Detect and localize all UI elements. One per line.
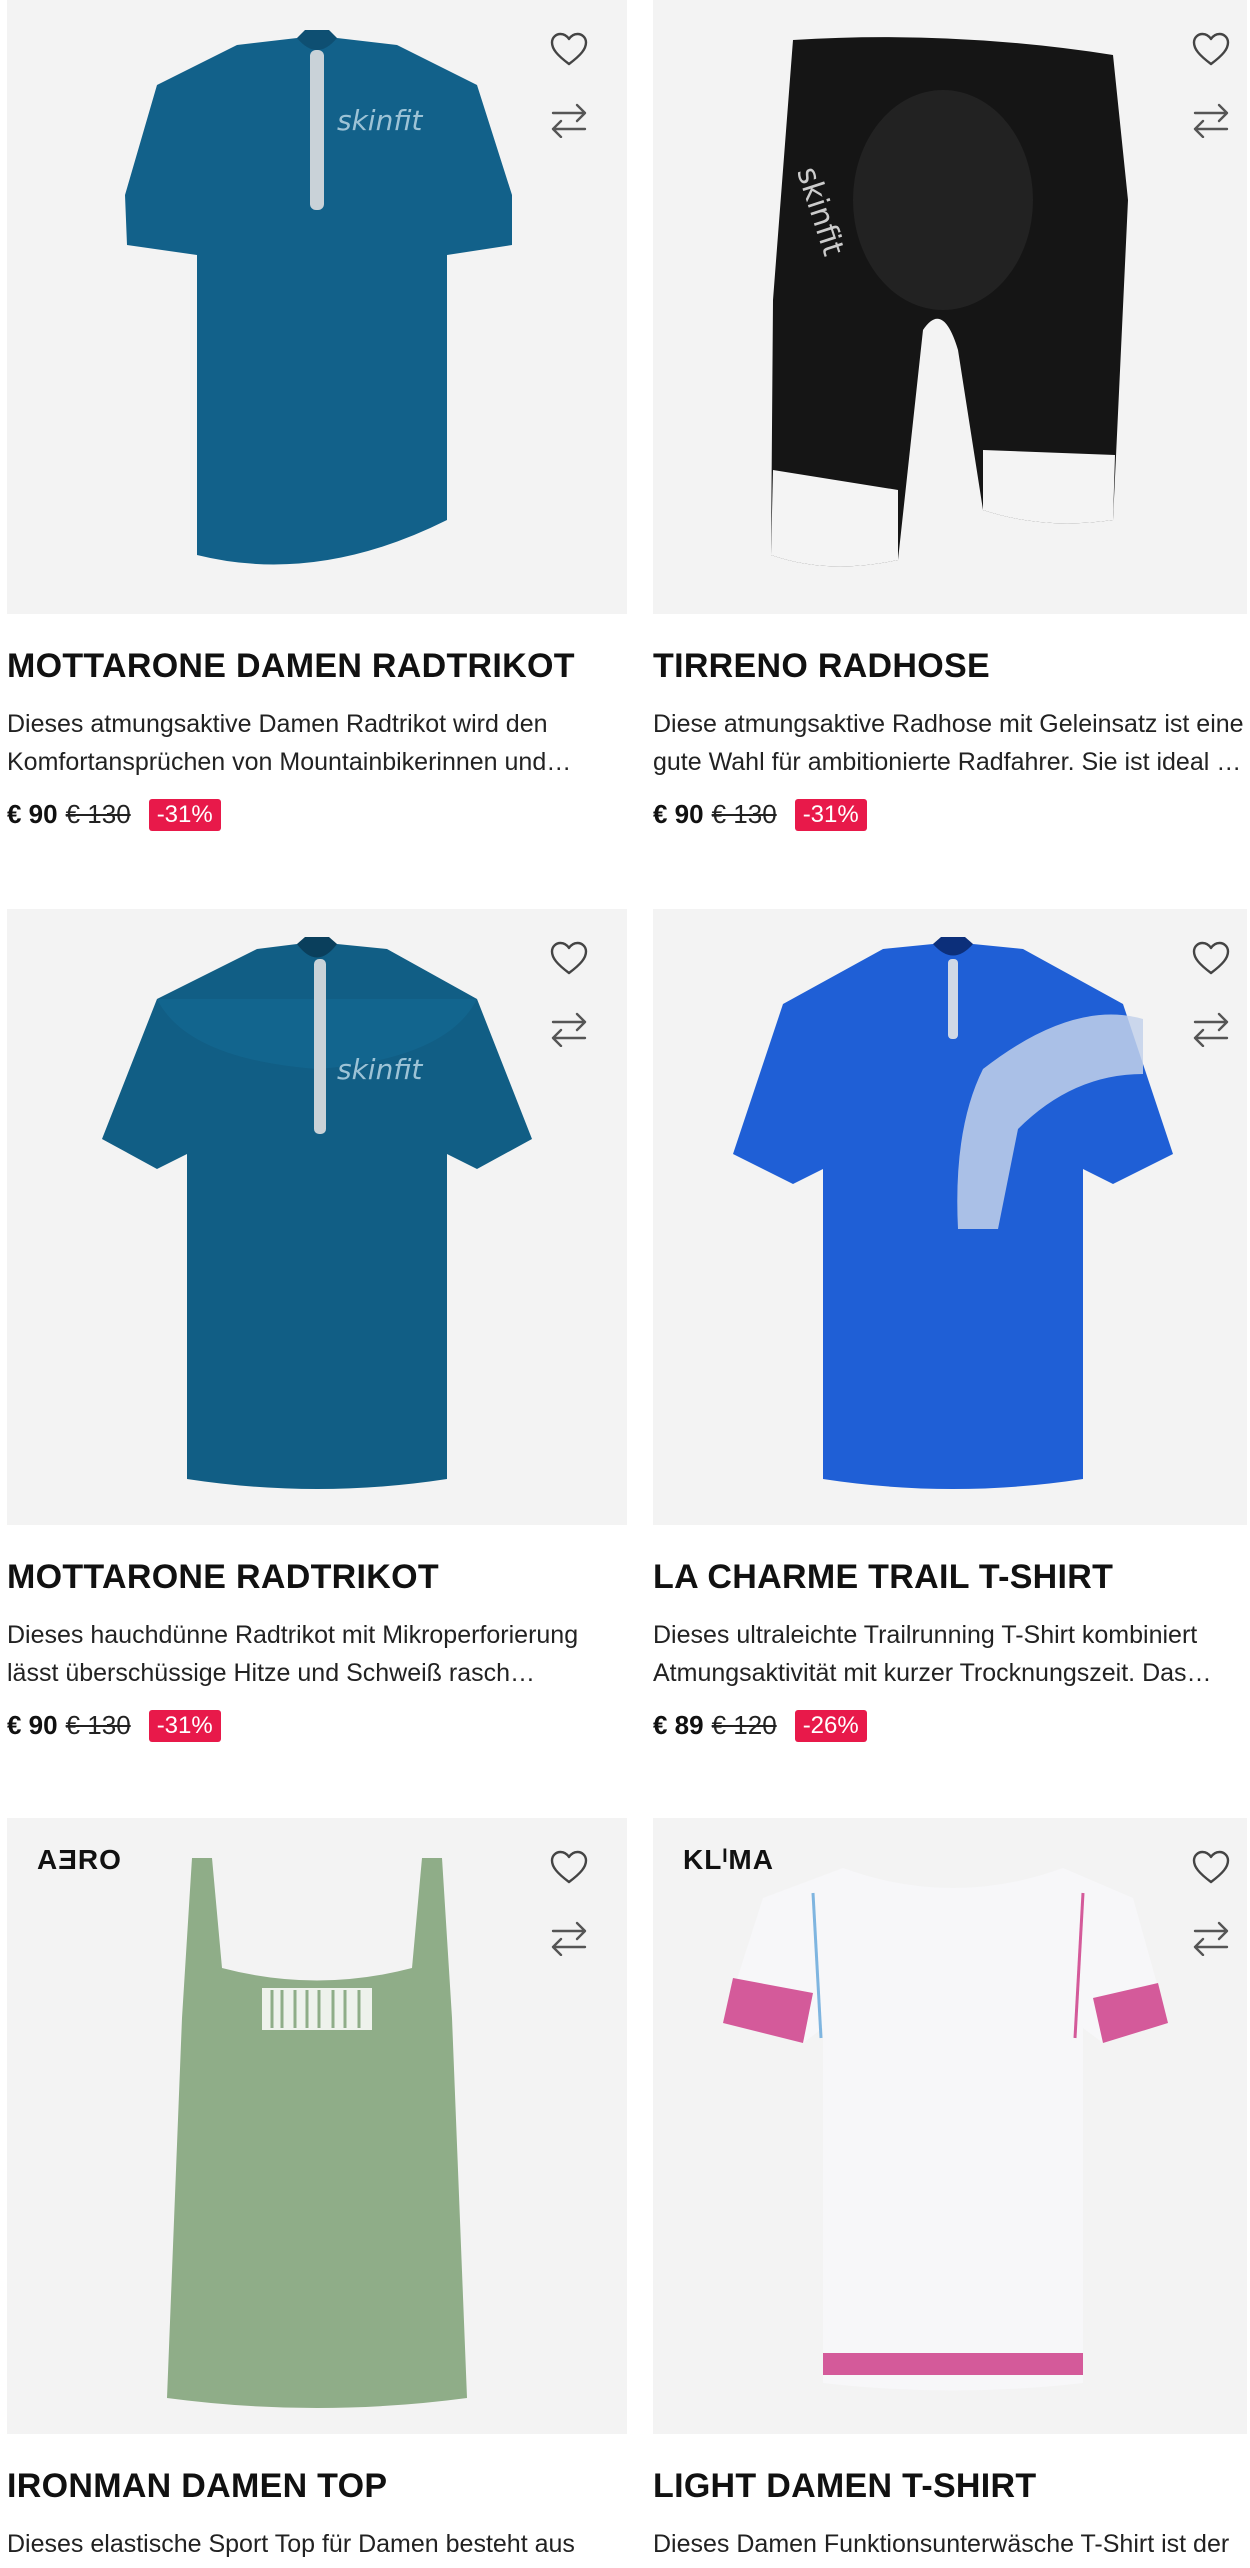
heart-icon[interactable] xyxy=(549,1848,589,1888)
product-card[interactable]: LA CHARME TRAIL T-SHIRT Dieses ultraleic… xyxy=(653,909,1247,1742)
product-card[interactable]: skinfit TIRRENO RADHOSE Diese atmungsakt… xyxy=(653,0,1247,831)
compare-arrows-icon[interactable] xyxy=(1191,1920,1231,1956)
tshirt-white-image xyxy=(723,1868,1168,2391)
price-row: € 90 € 130 -31% xyxy=(7,798,627,831)
jersey-teal-image: skinfit xyxy=(125,30,512,565)
compare-arrows-icon[interactable] xyxy=(1191,1011,1231,1047)
heart-icon[interactable] xyxy=(1191,1848,1231,1888)
sale-price: € 90 xyxy=(7,799,58,830)
discount-badge: -31% xyxy=(148,798,221,831)
product-title[interactable]: LA CHARME TRAIL T-SHIRT xyxy=(653,1557,1247,1598)
jersey-teal-mesh-image: skinfit xyxy=(102,937,532,1489)
product-title[interactable]: IRONMAN DAMEN TOP xyxy=(7,2466,627,2507)
compare-arrows-icon[interactable] xyxy=(549,102,589,138)
original-price: € 130 xyxy=(711,799,777,830)
product-title[interactable]: MOTTARONE RADTRIKOT xyxy=(7,1557,627,1598)
discount-badge: -26% xyxy=(794,1709,867,1742)
product-card[interactable]: skinfit MOTTARONE RADTRIKOT Dieses hauch… xyxy=(7,909,627,1742)
heart-icon[interactable] xyxy=(549,939,589,979)
price-row: € 90 € 130 -31% xyxy=(653,798,1247,831)
brand-tag: AƎRO xyxy=(37,1844,122,1875)
product-image[interactable]: AƎRO xyxy=(7,1818,627,2434)
product-title[interactable]: TIRRENO RADHOSE xyxy=(653,646,1247,687)
discount-badge: -31% xyxy=(794,798,867,831)
product-description: Diese atmungsaktive Radhose mit Geleinsa… xyxy=(653,709,1247,776)
svg-text:skinfit: skinfit xyxy=(337,1053,423,1086)
product-card[interactable]: AƎRO IRONMAN DAMEN TOP Dieses elastische… xyxy=(7,1818,627,2568)
shirt-blue-image xyxy=(733,937,1173,1489)
heart-icon[interactable] xyxy=(549,30,589,70)
product-title[interactable]: LIGHT DAMEN T-SHIRT xyxy=(653,2466,1247,2507)
compare-arrows-icon[interactable] xyxy=(549,1920,589,1956)
sale-price: € 89 xyxy=(653,1710,704,1741)
price-row: € 89 € 120 -26% xyxy=(653,1709,1247,1742)
product-description: Dieses ultraleichte Trailrunning T-Shirt… xyxy=(653,1620,1212,1687)
cycling-shorts-image: skinfit xyxy=(771,37,1128,567)
price-row: € 90 € 130 -31% xyxy=(7,1709,627,1742)
svg-text:skinfit: skinfit xyxy=(337,104,423,137)
product-description: Dieses atmungsaktive Damen Radtrikot wir… xyxy=(7,709,572,776)
product-description: Dieses Damen Funktionsunterwäsche T-Shir… xyxy=(653,2529,1230,2558)
product-image[interactable]: KLᴵMA xyxy=(653,1818,1247,2434)
product-title[interactable]: MOTTARONE DAMEN RADTRIKOT xyxy=(7,646,627,687)
compare-arrows-icon[interactable] xyxy=(549,1011,589,1047)
product-image[interactable]: skinfit xyxy=(7,909,627,1525)
original-price: € 130 xyxy=(65,799,131,830)
heart-icon[interactable] xyxy=(1191,30,1231,70)
product-description: Dieses hauchdünne Radtrikot mit Mikroper… xyxy=(7,1620,579,1687)
product-image[interactable] xyxy=(653,909,1247,1525)
product-image[interactable]: skinfit xyxy=(653,0,1247,614)
product-grid: skinfit MOTTARONE DAMEN RADTRIKOT Dieses… xyxy=(0,0,1250,2568)
original-price: € 120 xyxy=(711,1710,777,1741)
product-image[interactable]: skinfit xyxy=(7,0,627,614)
discount-badge: -31% xyxy=(148,1709,221,1742)
brand-tag: KLᴵMA xyxy=(683,1844,774,1875)
product-card[interactable]: KLᴵMA LIGHT DAMEN T-SHIRT Dieses Damen F… xyxy=(653,1818,1247,2568)
tank-top-green-image xyxy=(167,1858,467,2408)
sale-price: € 90 xyxy=(653,799,704,830)
product-card[interactable]: skinfit MOTTARONE DAMEN RADTRIKOT Dieses… xyxy=(7,0,627,831)
heart-icon[interactable] xyxy=(1191,939,1231,979)
sale-price: € 90 xyxy=(7,1710,58,1741)
original-price: € 130 xyxy=(65,1710,131,1741)
compare-arrows-icon[interactable] xyxy=(1191,102,1231,138)
product-description: Dieses elastische Sport Top für Damen be… xyxy=(7,2529,575,2558)
